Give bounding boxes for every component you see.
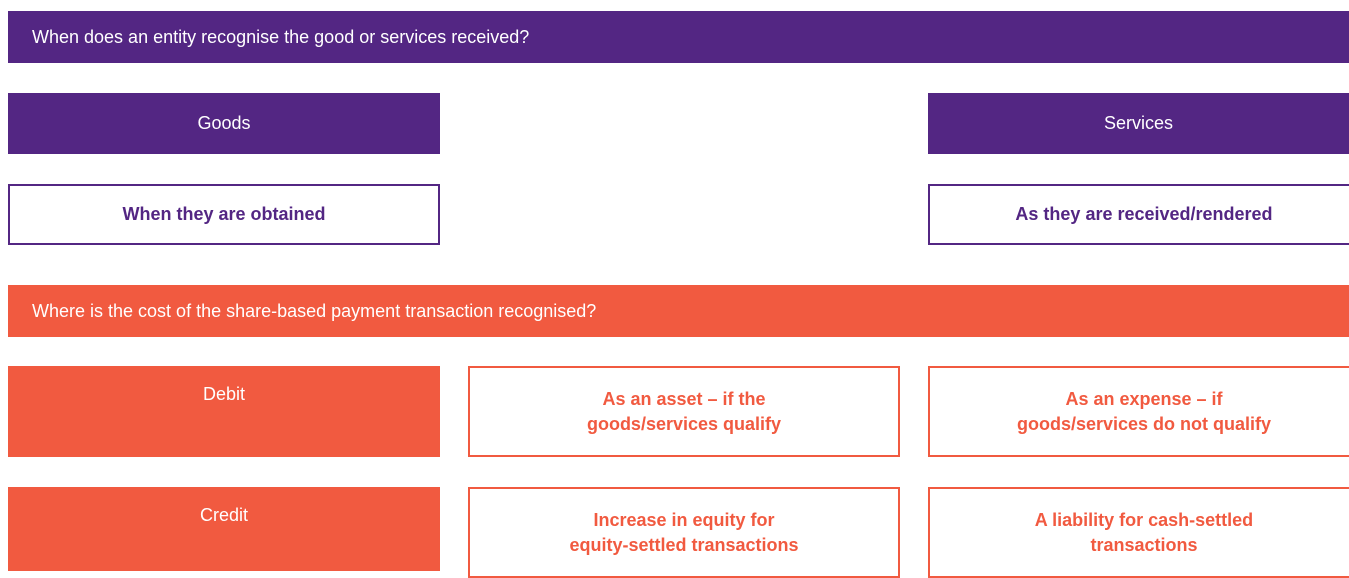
- question-banner-cost: Where is the cost of the share-based pay…: [8, 285, 1349, 337]
- debit-asset-line-2: goods/services qualify: [586, 413, 782, 434]
- credit-liability-line-2: transactions: [1090, 534, 1198, 555]
- credit-label: Credit: [199, 505, 248, 525]
- goods-answer-box: When they are obtained: [8, 184, 440, 245]
- debit-expense-box: As an expense – if goods/services do not…: [928, 366, 1349, 457]
- credit-equity-line-1: Increase in equity for: [593, 509, 775, 530]
- credit-liability-line-1: A liability for cash-settled: [1034, 509, 1254, 530]
- question-text: When does an entity recognise the good o…: [32, 26, 530, 47]
- goods-header: Goods: [8, 93, 440, 154]
- credit-equity-box: Increase in equity for equity-settled tr…: [468, 487, 900, 578]
- debit-expense-line-2: goods/services do not qualify: [1016, 413, 1272, 434]
- debit-asset-box: As an asset – if the goods/services qual…: [468, 366, 900, 457]
- credit-equity-line-2: equity-settled transactions: [569, 534, 799, 555]
- question-text: Where is the cost of the share-based pay…: [32, 300, 597, 321]
- services-header-label: Services: [1103, 113, 1174, 133]
- debit-label: Debit: [202, 384, 246, 404]
- debit-header: Debit: [8, 366, 440, 457]
- services-header: Services: [928, 93, 1349, 154]
- goods-header-label: Goods: [197, 113, 251, 133]
- question-banner-recognition: When does an entity recognise the good o…: [8, 11, 1349, 63]
- debit-asset-line-1: As an asset – if the: [602, 388, 766, 409]
- services-answer-box: As they are received/rendered: [928, 184, 1349, 245]
- credit-header: Credit: [8, 487, 440, 571]
- debit-expense-line-1: As an expense – if: [1065, 388, 1223, 409]
- services-answer: As they are received/rendered: [1015, 204, 1273, 224]
- goods-answer: When they are obtained: [122, 204, 326, 224]
- credit-liability-box: A liability for cash-settled transaction…: [928, 487, 1349, 578]
